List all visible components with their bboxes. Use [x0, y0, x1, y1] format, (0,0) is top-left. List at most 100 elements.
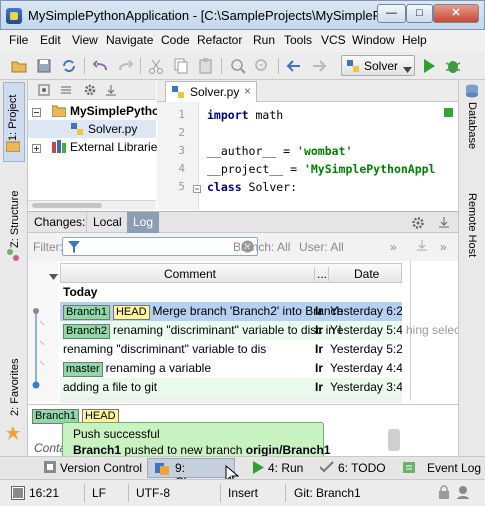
branch-tag: master: [63, 362, 103, 377]
tool-todo[interactable]: 6: TODO: [338, 461, 386, 475]
git-branch[interactable]: Git: Branch1: [294, 486, 361, 500]
menu-file[interactable]: File: [9, 33, 28, 47]
log-group-today: Today: [63, 285, 98, 299]
inspector-icon[interactable]: [455, 485, 471, 503]
menu-view[interactable]: View: [72, 33, 98, 47]
column-date[interactable]: Date: [328, 267, 379, 281]
tool-version-control[interactable]: Version Control: [60, 461, 142, 475]
menu-vcs[interactable]: VCS: [321, 33, 346, 47]
gear-icon[interactable]: [83, 83, 97, 100]
cut-icon[interactable]: [147, 57, 165, 75]
branch-filter[interactable]: Branch: All: [233, 240, 290, 254]
expand-toggle-icon[interactable]: [32, 142, 41, 156]
filter-funnel-icon[interactable]: [67, 240, 81, 257]
minimize-button[interactable]: —: [377, 4, 406, 23]
scroll-from-source-icon[interactable]: [38, 84, 50, 99]
run-icon: [252, 461, 264, 477]
more-icon[interactable]: »: [440, 240, 447, 254]
commit-message: renaming a variable: [105, 361, 212, 375]
user-filter[interactable]: User: All: [299, 240, 344, 254]
undo-icon[interactable]: [92, 57, 110, 75]
find-icon[interactable]: [229, 57, 247, 75]
redo-icon[interactable]: [116, 57, 134, 75]
tree-row-project[interactable]: MySimplePytho: [28, 102, 160, 120]
tree-label-project: MySimplePytho: [70, 104, 160, 118]
gear-icon[interactable]: [410, 215, 426, 234]
menu-window[interactable]: Window: [352, 33, 395, 47]
tool-event-log[interactable]: Event Log: [427, 461, 481, 475]
details-empty-text: hing selec: [406, 323, 458, 337]
insert-mode: Insert: [228, 486, 259, 500]
menu-navigate[interactable]: Navigate: [106, 33, 153, 47]
python-icon: [346, 59, 360, 76]
tree-row-external-libraries[interactable]: External Libraries: [28, 138, 163, 156]
lock-icon[interactable]: [438, 485, 450, 503]
details-scrollbar[interactable]: [388, 429, 400, 451]
menu-tools[interactable]: Tools: [284, 33, 312, 47]
log-row[interactable]: Branch1 HEAD Merge branch 'Branch2' into B…: [60, 302, 402, 321]
code-editor[interactable]: 1 2 3 4 5 import math __author__ = 'womb…: [157, 102, 458, 210]
menu-run[interactable]: Run: [253, 33, 275, 47]
collapse-toggle-icon[interactable]: [32, 106, 41, 120]
sync-icon[interactable]: [60, 57, 78, 75]
hide-panel-icon[interactable]: [104, 83, 118, 100]
log-row[interactable]: renaming "discriminant" variable to dis …: [60, 340, 402, 359]
filter-input[interactable]: [62, 237, 258, 256]
sort-arrow-icon[interactable]: [49, 269, 58, 283]
tool-changes[interactable]: 9: Changes: [147, 458, 235, 489]
paste-icon[interactable]: [197, 57, 215, 75]
tab-log[interactable]: Log: [127, 212, 160, 233]
menu-refactor[interactable]: Refactor: [197, 33, 242, 47]
copy-icon[interactable]: [172, 57, 190, 75]
open-folder-icon[interactable]: [10, 57, 28, 75]
collapse-all-icon[interactable]: [60, 84, 72, 99]
log-row[interactable]: adding a file to git Ir Yesterday 3:40: [60, 378, 402, 397]
maximize-button[interactable]: □: [406, 4, 433, 23]
favorites-tool-tab[interactable]: 2: Favorites: [9, 359, 21, 416]
tab-local[interactable]: Local: [86, 212, 128, 233]
back-arrow-icon[interactable]: [285, 57, 303, 75]
menu-edit[interactable]: Edit: [40, 33, 61, 47]
save-icon[interactable]: [35, 57, 53, 75]
column-author[interactable]: ...: [314, 267, 327, 281]
file-encoding[interactable]: UTF-8: [136, 486, 170, 500]
collapse-details-icon[interactable]: [415, 238, 429, 255]
tab-close-icon[interactable]: ×: [244, 84, 251, 98]
replace-icon[interactable]: [253, 57, 271, 75]
remote-host-tool-tab[interactable]: Remote Host: [466, 193, 478, 257]
structure-tool-tab[interactable]: Z: Structure: [9, 191, 21, 248]
tool-run[interactable]: 4: Run: [268, 461, 303, 475]
commit-date: Yesterday 3:40: [330, 380, 402, 394]
branch-tag: Branch2: [63, 324, 110, 339]
menu-code[interactable]: Code: [161, 33, 190, 47]
changes-title: Changes:: [34, 215, 86, 229]
project-horizontal-scrollbar[interactable]: [28, 200, 156, 210]
debug-icon[interactable]: [444, 57, 462, 75]
tool-windows-icon[interactable]: [11, 486, 25, 503]
log-horizontal-scrollbar[interactable]: [60, 397, 402, 403]
log-row[interactable]: master renaming a variable Ir Yesterday 4…: [60, 359, 402, 378]
menu-help[interactable]: Help: [402, 33, 427, 47]
close-button[interactable]: ✕: [433, 4, 479, 23]
app-icon: [6, 8, 22, 24]
inspection-status-icon[interactable]: [444, 108, 453, 117]
hide-panel-icon[interactable]: [437, 215, 451, 232]
more-icon[interactable]: »: [390, 240, 397, 254]
run-icon[interactable]: [420, 57, 438, 75]
database-tool-tab[interactable]: Database: [466, 102, 478, 149]
window-title: MySimplePythonApplication - [C:\SamplePr…: [28, 8, 403, 23]
tree-row-solver[interactable]: Solver.py: [28, 120, 156, 138]
editor-tab-bar: Solver.py ×: [157, 80, 458, 102]
log-row[interactable]: Branch2 renaming "discriminant" variable …: [60, 321, 402, 340]
forward-arrow-icon[interactable]: [310, 57, 328, 75]
project-tool-tab-label: 1: Project: [7, 94, 19, 141]
column-comment[interactable]: Comment: [164, 267, 216, 281]
fold-marker-icon[interactable]: [193, 182, 201, 196]
editor-tab-solver[interactable]: Solver.py ×: [165, 81, 257, 102]
caret-position[interactable]: 16:21: [29, 486, 59, 500]
log-toolbar: Filter: Branch: All User: All » »: [28, 233, 458, 261]
line-separator[interactable]: LF: [92, 486, 106, 500]
run-configuration-label: Solver: [364, 59, 399, 73]
line-number: 3: [178, 144, 185, 157]
run-configuration-select[interactable]: Solver: [341, 55, 415, 76]
